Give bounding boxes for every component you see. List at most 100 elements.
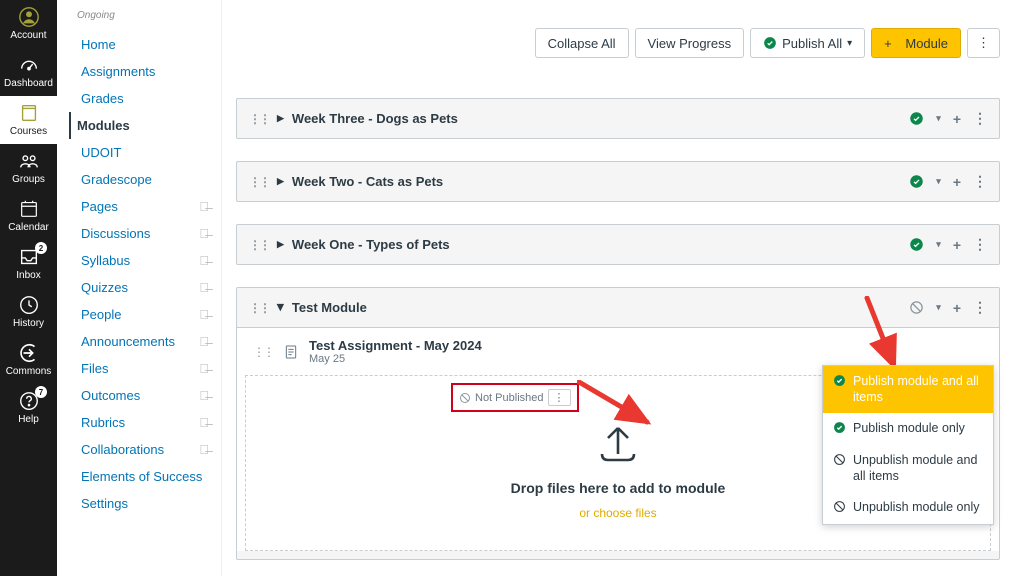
hidden-icon: 👁̶ [199, 199, 209, 214]
course-nav-grades[interactable]: Grades [77, 85, 213, 112]
nav-groups[interactable]: Groups [0, 144, 57, 192]
module-title: Week Two - Cats as Pets [292, 174, 901, 189]
publish-menu: Publish module and all items Publish mod… [822, 365, 994, 525]
check-circle-icon [833, 421, 847, 434]
nav-label: Calendar [8, 222, 49, 233]
add-item-icon[interactable]: + [953, 300, 961, 316]
kebab-icon[interactable]: ⋮ [548, 389, 571, 406]
expand-caret-icon[interactable]: ▶ [277, 113, 284, 124]
nav-link-label: Quizzes [81, 280, 128, 295]
plus-icon: + [884, 36, 892, 51]
hidden-icon: 👁̶ [199, 226, 209, 241]
chevron-down-icon: ▾ [847, 38, 852, 49]
nav-label: Dashboard [4, 78, 53, 89]
not-published-callout: Not Published ⋮ [451, 383, 579, 412]
menu-unpublish-only[interactable]: Unpublish module only [823, 492, 993, 524]
course-nav-home[interactable]: Home [77, 31, 213, 58]
kebab-icon[interactable]: ⋮ [973, 173, 987, 190]
collapse-all-button[interactable]: Collapse All [535, 28, 629, 58]
unpublished-icon[interactable] [909, 300, 924, 315]
course-nav-files[interactable]: Files👁̶ [77, 355, 213, 382]
global-nav: Account Dashboard Courses Groups Calenda… [0, 0, 57, 576]
nav-link-label: Discussions [81, 226, 150, 241]
collapse-caret-icon[interactable]: ▶ [275, 304, 286, 311]
unpublished-icon [459, 392, 471, 404]
course-nav-rubrics[interactable]: Rubrics 👁̶ [77, 409, 213, 436]
hidden-icon: 👁̶ [199, 253, 209, 268]
add-item-icon[interactable]: + [953, 174, 961, 190]
nav-help[interactable]: 7 Help [0, 384, 57, 432]
nav-commons[interactable]: Commons [0, 336, 57, 384]
nav-label: Courses [10, 126, 47, 137]
nav-link-label: Rubrics [81, 415, 125, 430]
kebab-icon[interactable]: ⋮ [973, 299, 987, 316]
chevron-down-icon[interactable]: ▾ [936, 239, 941, 250]
menu-unpublish-all[interactable]: Unpublish module and all items [823, 445, 993, 492]
publish-status-icon[interactable] [909, 174, 924, 189]
course-nav-collaborations[interactable]: Collaborations👁̶ [77, 436, 213, 463]
course-nav-quizzes[interactable]: Quizzes👁̶ [77, 274, 213, 301]
course-nav-modules[interactable]: Modules [69, 112, 213, 139]
clock-icon [18, 294, 40, 316]
course-nav-settings[interactable]: Settings [77, 490, 213, 517]
kebab-icon[interactable]: ⋮ [973, 110, 987, 127]
nav-dashboard[interactable]: Dashboard [0, 48, 57, 96]
nav-calendar[interactable]: Calendar [0, 192, 57, 240]
course-nav-udoit[interactable]: UDOIT [77, 139, 213, 166]
check-circle-icon [833, 374, 847, 387]
unpublished-icon [833, 453, 847, 466]
drag-handle-icon[interactable]: ⋮⋮ [249, 175, 269, 189]
course-nav-gradescope[interactable]: Gradescope [77, 166, 213, 193]
nav-link-label: Collaborations [81, 442, 164, 457]
drag-handle-icon[interactable]: ⋮⋮ [249, 345, 273, 359]
nav-link-label: Elements of Success [81, 469, 202, 484]
hidden-icon: 👁̶ [199, 415, 209, 430]
drag-handle-icon[interactable]: ⋮⋮ [249, 301, 269, 315]
hidden-icon: 👁̶ [199, 388, 209, 403]
course-nav-announcements[interactable]: Announcements 👁̶ [77, 328, 213, 355]
nav-label: History [13, 318, 44, 329]
course-nav-pages[interactable]: Pages👁̶ [77, 193, 213, 220]
nav-link-label: Announcements [81, 334, 175, 349]
chevron-down-icon[interactable]: ▾ [936, 113, 941, 124]
kebab-icon[interactable]: ⋮ [973, 236, 987, 253]
view-progress-button[interactable]: View Progress [635, 28, 745, 58]
nav-link-label: Files [81, 361, 108, 376]
publish-status-icon[interactable] [909, 111, 924, 126]
commons-icon [18, 342, 40, 364]
course-nav-elements[interactable]: Elements of Success [77, 463, 213, 490]
course-nav: Ongoing Home Assignments Grades Modules … [57, 0, 222, 576]
add-item-icon[interactable]: + [953, 237, 961, 253]
course-nav-people[interactable]: People👁̶ [77, 301, 213, 328]
modules-options-button[interactable]: ⋮ [967, 28, 1000, 58]
nav-inbox[interactable]: 2 Inbox [0, 240, 57, 288]
drag-handle-icon[interactable]: ⋮⋮ [249, 112, 269, 126]
kebab-icon: ⋮ [977, 35, 990, 51]
chevron-down-icon[interactable]: ▾ [936, 302, 941, 313]
publish-status-icon[interactable] [909, 237, 924, 252]
help-badge: 7 [35, 386, 47, 398]
hidden-icon: 👁̶ [199, 334, 209, 349]
chevron-down-icon[interactable]: ▾ [936, 176, 941, 187]
expand-caret-icon[interactable]: ▶ [277, 176, 284, 187]
nav-history[interactable]: History [0, 288, 57, 336]
modules-toolbar: Collapse All View Progress Publish All ▾… [236, 8, 1000, 58]
course-nav-discussions[interactable]: Discussions 👁̶ [77, 220, 213, 247]
nav-link-label: UDOIT [81, 145, 121, 160]
add-item-icon[interactable]: + [953, 111, 961, 127]
module-title: Test Module [292, 300, 901, 315]
add-module-button[interactable]: + Module [871, 28, 961, 58]
publish-all-button[interactable]: Publish All ▾ [750, 28, 865, 58]
menu-publish-all[interactable]: Publish module and all items [823, 366, 993, 413]
unpublished-icon [833, 500, 847, 513]
course-nav-assignments[interactable]: Assignments [77, 58, 213, 85]
nav-label: Groups [12, 174, 45, 185]
course-nav-outcomes[interactable]: Outcomes 👁̶ [77, 382, 213, 409]
nav-link-label: Outcomes [81, 388, 140, 403]
menu-publish-only[interactable]: Publish module only [823, 413, 993, 445]
nav-courses[interactable]: Courses [0, 96, 57, 144]
course-nav-syllabus[interactable]: Syllabus👁̶ [77, 247, 213, 274]
nav-account[interactable]: Account [0, 0, 57, 48]
expand-caret-icon[interactable]: ▶ [277, 239, 284, 250]
drag-handle-icon[interactable]: ⋮⋮ [249, 238, 269, 252]
